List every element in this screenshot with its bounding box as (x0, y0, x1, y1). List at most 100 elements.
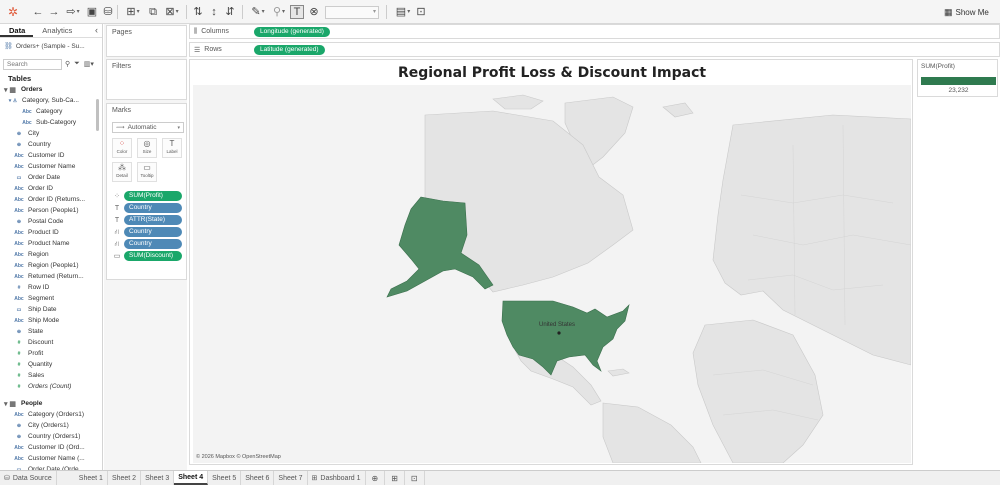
field-item[interactable]: Abc Region (0, 249, 102, 260)
measure-item[interactable]: # Sales (0, 370, 102, 381)
tableau-logo-icon[interactable]: ✲ (6, 5, 20, 19)
columns-shelf[interactable]: ⫼ Columns Longitude (generated) (189, 24, 1000, 39)
duplicate-icon[interactable]: ⧉ (146, 5, 160, 19)
map-attribution[interactable]: © 2026 Mapbox © OpenStreetMap (196, 454, 281, 460)
group-icon[interactable]: ⚲ ▾ (269, 5, 289, 19)
sort-ascending-icon[interactable]: ↕ (207, 5, 221, 19)
new-worksheet-icon[interactable]: ⊞ ▾ (123, 5, 143, 19)
field-item[interactable]: ⊕ City (0, 128, 102, 139)
columns-pill[interactable]: Longitude (generated) (254, 26, 330, 37)
mark-pill-row[interactable]: ⁘ SUM(Profit) (112, 191, 182, 201)
country-mark[interactable] (557, 331, 561, 335)
mark-pill-row[interactable]: ⛙ Country (112, 227, 182, 237)
measure-item[interactable]: # Orders (Count) (0, 381, 102, 392)
mark-pill[interactable]: SUM(Profit) (124, 191, 182, 201)
mark-pill-row[interactable]: ⛙ Country (112, 239, 182, 249)
fix-axes-icon[interactable]: ⊗ (307, 5, 321, 19)
mark-pill[interactable]: ATTR(State) (124, 215, 182, 225)
new-worksheet-tab-icon[interactable]: ⊕ (366, 471, 386, 485)
map[interactable]: United States © 2026 Mapbox © OpenStreet… (193, 85, 911, 463)
search-input[interactable] (3, 58, 62, 70)
field-item[interactable]: ⊕ City (Orders1) (0, 420, 102, 431)
swap-icon[interactable]: ⇅ (191, 5, 205, 19)
new-story-tab-icon[interactable]: ⊡ (405, 471, 425, 485)
field-item[interactable]: Abc Person (People1) (0, 205, 102, 216)
pages-card[interactable]: Pages (106, 25, 187, 57)
table-item[interactable]: ▾ ▦ Orders (0, 84, 102, 95)
filters-card[interactable]: Filters (106, 59, 187, 100)
field-item[interactable]: ▭ Order Date (0, 172, 102, 183)
sheet-tab[interactable]: Sheet 1 (75, 471, 108, 485)
color-button[interactable]: ⁘ Color (112, 138, 132, 158)
highlight-icon[interactable]: ✎ ▾ (248, 5, 268, 19)
tab-analytics[interactable]: Analytics (33, 24, 80, 37)
sort-descending-icon[interactable]: ⇵ (223, 5, 237, 19)
field-item[interactable]: ▭ Ship Date (0, 304, 102, 315)
field-item[interactable]: Abc Customer ID (Ord... (0, 442, 102, 453)
measure-item[interactable]: # Profit (0, 348, 102, 359)
mark-pill[interactable]: SUM(Discount) (124, 251, 182, 261)
show-labels-icon[interactable]: T (290, 5, 304, 19)
scrollbar[interactable] (96, 99, 99, 131)
label-button[interactable]: T Label (162, 138, 182, 158)
field-item[interactable]: Abc Region (People1) (0, 260, 102, 271)
rows-pill[interactable]: Latitude (generated) (254, 44, 325, 55)
undo-icon[interactable]: ← (31, 5, 45, 19)
replay-icon[interactable]: ⇨ ▾ (63, 5, 83, 19)
mark-pill-row[interactable]: ▭ SUM(Discount) (112, 251, 182, 261)
field-item[interactable]: Abc Order ID (Returns... (0, 194, 102, 205)
field-item[interactable]: Abc Customer Name (... (0, 453, 102, 464)
show-cards-icon[interactable]: ▤ ▾ (393, 5, 413, 19)
search-icon[interactable]: ⚲ (65, 60, 70, 68)
profit-legend[interactable]: SUM(Profit) 23,232 (917, 59, 998, 97)
measure-item[interactable]: # Quantity (0, 359, 102, 370)
tab-data[interactable]: Data (0, 24, 34, 37)
datasource-row[interactable]: ⛓ Orders+ (Sample - Su... (0, 40, 102, 52)
field-item[interactable]: Abc Category (0, 106, 102, 117)
sheet-tab[interactable]: Sheet 5 (208, 471, 242, 485)
size-button[interactable]: ◎ Size (137, 138, 157, 158)
redo-icon[interactable]: → (47, 5, 61, 19)
view-options-icon[interactable]: ▥▾ (84, 60, 94, 68)
sheet-tab[interactable]: Sheet 3 (141, 471, 175, 485)
field-item[interactable]: Abc Customer ID (0, 150, 102, 161)
collapse-pane-icon[interactable]: ‹ (95, 25, 98, 35)
world-map[interactable] (193, 85, 911, 463)
filter-icon[interactable]: ⏷ (74, 60, 80, 68)
presentation-icon[interactable]: ⊡ (414, 5, 428, 19)
field-item[interactable]: ⊕ Country (Orders1) (0, 431, 102, 442)
field-item[interactable]: ⊕ Country (0, 139, 102, 150)
measure-item[interactable]: # Discount (0, 337, 102, 348)
tooltip-button[interactable]: ▭ Tooltip (137, 162, 157, 182)
field-item[interactable]: Abc Segment (0, 293, 102, 304)
field-item[interactable]: Abc Category (Orders1) (0, 409, 102, 420)
mark-type-dropdown[interactable]: ⟿ Automatic ▾ (112, 122, 184, 133)
table-item[interactable]: ▾ ▦ People (0, 398, 102, 409)
save-icon[interactable]: ▣ (85, 5, 99, 19)
field-item[interactable]: Abc Sub-Category (0, 117, 102, 128)
mark-pill[interactable]: Country (124, 227, 182, 237)
new-datasource-icon[interactable]: ⛁ (101, 5, 115, 19)
field-item[interactable]: ⊕ Postal Code (0, 216, 102, 227)
rows-shelf[interactable]: ☰ Rows Latitude (generated) (189, 42, 1000, 57)
field-item[interactable]: Abc Ship Mode (0, 315, 102, 326)
sheet-tab[interactable]: Sheet 2 (108, 471, 142, 485)
mark-pill[interactable]: Country (124, 203, 182, 213)
new-dashboard-tab-icon[interactable]: ⊞ (385, 471, 405, 485)
tab-dashboard-1[interactable]: ⊞ Dashboard 1 (308, 471, 366, 485)
mark-pill-row[interactable]: T ATTR(State) (112, 215, 182, 225)
field-item[interactable]: Abc Product Name (0, 238, 102, 249)
sheet-tab[interactable]: Sheet 7 (274, 471, 308, 485)
sheet-tab[interactable]: Sheet 6 (241, 471, 275, 485)
mark-pill-row[interactable]: T Country (112, 203, 182, 213)
field-item[interactable]: Abc Returned (Return... (0, 271, 102, 282)
fit-dropdown-icon[interactable]: ▾ (325, 6, 379, 19)
field-item[interactable]: Abc Product ID (0, 227, 102, 238)
mark-pill[interactable]: Country (124, 239, 182, 249)
clear-icon[interactable]: ⊠ ▾ (162, 5, 182, 19)
field-item[interactable]: Abc Customer Name (0, 161, 102, 172)
field-item[interactable]: Abc Order ID (0, 183, 102, 194)
field-item[interactable]: # Row ID (0, 282, 102, 293)
detail-button[interactable]: ⁂ Detail (112, 162, 132, 182)
hierarchy-item[interactable]: ▾ ♙ Category, Sub-Ca... (0, 95, 102, 106)
